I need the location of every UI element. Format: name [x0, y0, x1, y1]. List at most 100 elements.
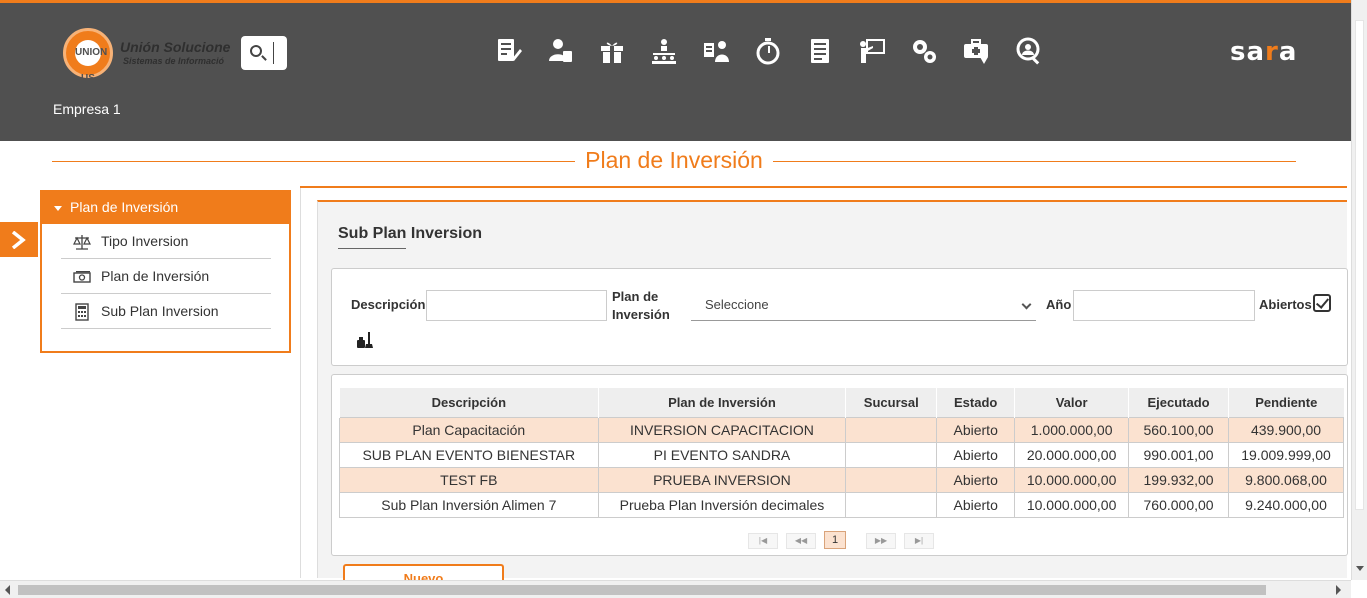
presentation-icon[interactable]	[857, 36, 887, 66]
table-cell: Abierto	[936, 416, 1016, 443]
table-cell	[845, 466, 938, 493]
form-icon[interactable]	[805, 36, 835, 66]
vertical-scrollbar[interactable]	[1351, 0, 1367, 580]
calculator-icon	[75, 303, 89, 321]
column-header[interactable]: Valor	[1014, 388, 1129, 417]
table-cell	[845, 441, 938, 468]
scroll-right-icon[interactable]	[1336, 585, 1341, 595]
brand-subtitle: Sistemas de Informació	[123, 56, 225, 66]
table-cell: 10.000.000,00	[1014, 491, 1130, 518]
company-logo[interactable]: UNION US	[63, 28, 113, 84]
next-page-button[interactable]: ▶▶	[866, 533, 896, 549]
sidebar-item-sub-plan-inversion[interactable]: Sub Plan Inversion	[61, 294, 271, 329]
column-header[interactable]: Descripción	[339, 388, 599, 417]
table-cell	[845, 491, 938, 518]
table-cell: Abierto	[936, 491, 1016, 518]
table-cell: 990.001,00	[1128, 441, 1230, 468]
page-title: Plan de Inversión	[575, 147, 773, 173]
user-clipboard-icon[interactable]	[545, 36, 575, 66]
page-title-wrap: Plan de Inversión	[52, 147, 1296, 174]
content-top-rule	[300, 186, 1347, 188]
horizontal-scroll-thumb[interactable]	[18, 585, 1266, 595]
table-row[interactable]: TEST FB PRUEBA INVERSION Abierto 10.000.…	[339, 466, 1344, 493]
sidebar-item-plan-inversion[interactable]: Plan de Inversión	[61, 259, 271, 294]
sidebar-header[interactable]: Plan de Inversión	[42, 192, 289, 224]
column-header[interactable]: Plan de Inversión	[597, 388, 846, 417]
sub-plan-table: Descripción Plan de Inversión Sucursal E…	[339, 388, 1344, 518]
scroll-left-icon[interactable]	[5, 585, 10, 595]
app-logo-sara: sara	[1230, 37, 1298, 67]
anio-label: Año	[1046, 297, 1072, 312]
sidebar-header-label: Plan de Inversión	[70, 199, 179, 215]
current-page-button[interactable]: 1	[824, 531, 846, 549]
column-header[interactable]: Sucursal	[845, 388, 937, 417]
table-cell	[845, 416, 938, 443]
scroll-down-icon[interactable]	[1356, 566, 1364, 571]
column-header[interactable]: Ejecutado	[1128, 388, 1229, 417]
search-button[interactable]	[241, 36, 287, 70]
gift-icon[interactable]	[597, 36, 627, 66]
table-cell: 439.900,00	[1228, 416, 1344, 443]
table-cell: Prueba Plan Inversión decimales	[597, 491, 847, 518]
table-cell: Abierto	[936, 441, 1016, 468]
plan-inversion-label: Plan de Inversión	[612, 289, 670, 322]
table-cell: PRUEBA INVERSION	[597, 466, 847, 493]
abiertos-label: Abiertos	[1259, 297, 1312, 312]
descripcion-input[interactable]	[426, 290, 607, 321]
abiertos-checkbox[interactable]	[1313, 294, 1331, 312]
table-cell: Sub Plan Inversión Alimen 7	[339, 491, 599, 518]
section-title: Sub Plan Inversion	[338, 225, 483, 242]
prev-page-button[interactable]: ◀◀	[786, 533, 816, 549]
clear-filters-icon[interactable]	[356, 331, 374, 349]
table-header-row: Descripción Plan de Inversión Sucursal E…	[339, 388, 1344, 417]
column-header[interactable]: Pendiente	[1228, 388, 1344, 417]
descripcion-label: Descripción	[351, 297, 426, 312]
content-divider	[300, 186, 301, 578]
search-divider	[273, 42, 274, 64]
money-icon	[73, 271, 91, 283]
scale-icon	[73, 235, 91, 250]
last-page-button[interactable]: ▶|	[904, 533, 934, 549]
table-cell: 10.000.000,00	[1014, 466, 1130, 493]
table-cell: 9.240.000,00	[1228, 491, 1344, 518]
medical-bag-icon[interactable]	[961, 36, 991, 66]
company-name: Empresa 1	[53, 101, 121, 117]
sidebar-item-tipo-inversion[interactable]: Tipo Inversion	[61, 224, 271, 259]
stopwatch-icon[interactable]	[753, 36, 783, 66]
plan-inversion-select[interactable]: Seleccione	[691, 290, 1036, 321]
caret-down-icon	[54, 205, 62, 211]
sidebar-toggle-button[interactable]	[0, 222, 38, 257]
vertical-scroll-thumb[interactable]	[1355, 20, 1364, 510]
column-header[interactable]: Estado	[936, 388, 1015, 417]
brand-name: Unión Solucione	[120, 39, 231, 55]
table-cell: 760.000,00	[1128, 491, 1230, 518]
table-cell: Plan Capacitación	[339, 416, 599, 443]
section-title-underline	[338, 248, 406, 249]
table-cell: TEST FB	[339, 466, 599, 493]
first-page-button[interactable]: |◀	[748, 533, 778, 549]
hierarchy-icon[interactable]	[649, 36, 679, 66]
module-nav	[493, 36, 1043, 66]
page-title-bar: Plan de Inversión	[52, 145, 1296, 177]
table-row[interactable]: Plan Capacitación INVERSION CAPACITACION…	[339, 416, 1344, 443]
table-cell: SUB PLAN EVENTO BIENESTAR	[339, 441, 599, 468]
gears-icon[interactable]	[909, 36, 939, 66]
app-header: UNION US Unión Solucione Sistemas de Inf…	[0, 3, 1351, 141]
anio-input[interactable]	[1073, 290, 1255, 321]
table-row[interactable]: SUB PLAN EVENTO BIENESTAR PI EVENTO SAND…	[339, 441, 1344, 468]
table-cell: PI EVENTO SANDRA	[597, 441, 847, 468]
sidebar-item-label: Plan de Inversión	[101, 268, 210, 284]
user-search-icon[interactable]	[1013, 36, 1043, 66]
table-cell: Abierto	[936, 466, 1016, 493]
table-cell: 9.800.068,00	[1228, 466, 1344, 493]
user-list-icon[interactable]	[701, 36, 731, 66]
sidebar-menu: Plan de Inversión Tipo Inversion Plan de…	[40, 190, 291, 353]
table-cell: 19.009.999,00	[1228, 441, 1344, 468]
table-row[interactable]: Sub Plan Inversión Alimen 7 Prueba Plan …	[339, 491, 1344, 518]
search-icon	[250, 45, 262, 57]
pagination: |◀ ◀◀ 1 ▶▶ ▶|	[748, 531, 934, 549]
logo-mark: UNION US	[75, 40, 107, 84]
document-edit-icon[interactable]	[493, 36, 523, 66]
table-cell: 560.100,00	[1128, 416, 1230, 443]
horizontal-scrollbar[interactable]	[0, 580, 1351, 598]
